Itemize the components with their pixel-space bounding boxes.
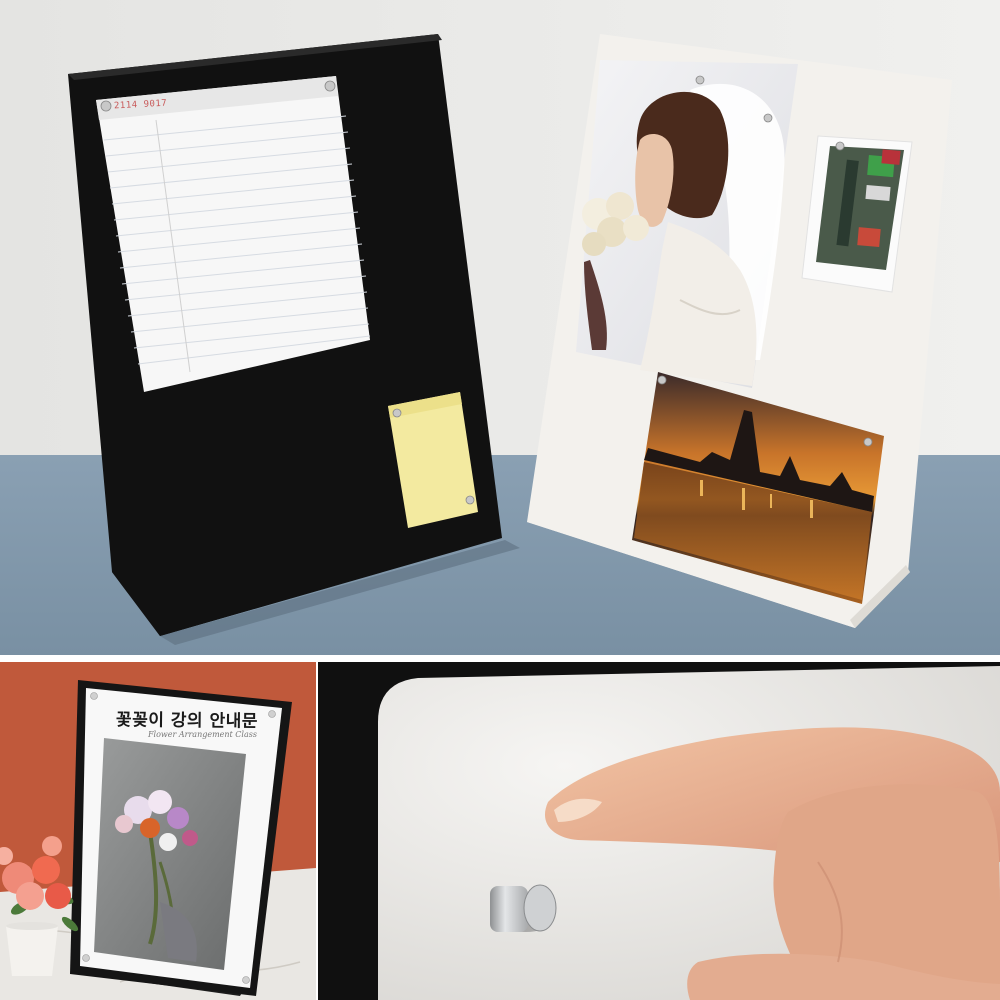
magnet-pin (242, 976, 250, 984)
magnet-pin (465, 495, 475, 505)
small-polaroid (801, 135, 913, 293)
cylinder-magnet (490, 884, 557, 932)
magnet-pin (835, 141, 845, 151)
magnet-pin (695, 75, 705, 85)
product-collage: 2114 9017 꽃꽂이 강의 안내문 Flower Arrangement … (0, 0, 1000, 1000)
magnet-pin (90, 692, 98, 700)
magnet-pin (100, 100, 112, 112)
magnet-closeup-scene (318, 662, 1000, 1000)
magnet-pin (763, 113, 773, 123)
poster-flower-photo (94, 738, 246, 970)
poster-subtitle: Flower Arrangement Class (148, 730, 257, 739)
poster-title: 꽃꽂이 강의 안내문 (115, 710, 259, 732)
top-scene (0, 0, 1000, 655)
magnet-pin (657, 375, 667, 385)
magnet-pin (82, 954, 90, 962)
magnet-pin (863, 437, 873, 447)
magnet-pin (268, 710, 276, 718)
top-panel-two-boards: 2114 9017 (0, 0, 1000, 655)
bottom-right-magnet-closeup (318, 662, 1000, 1000)
magnet-pin (392, 408, 402, 418)
magnet-pin (324, 80, 336, 92)
notepad-sheet (96, 76, 371, 392)
